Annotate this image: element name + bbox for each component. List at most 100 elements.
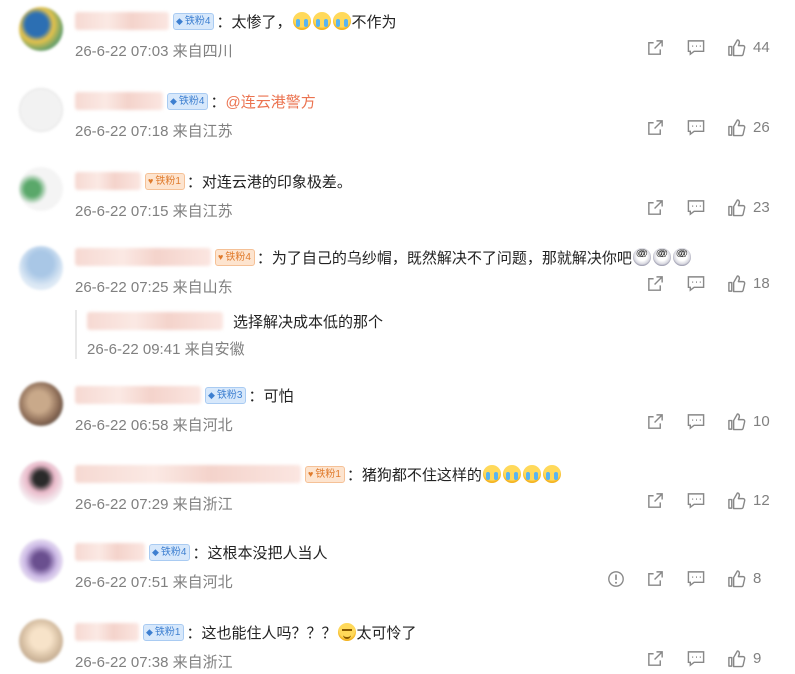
fan-badge[interactable]: ◆ 铁粉3 <box>205 386 247 404</box>
comment-icon <box>687 414 705 430</box>
username[interactable] <box>75 623 139 641</box>
cry-emoji-icon <box>292 12 311 30</box>
cry-emoji-icon <box>502 465 521 483</box>
like-button[interactable]: 18 <box>727 274 771 293</box>
comment-button[interactable] <box>686 38 706 57</box>
comment-text: ： <box>210 93 226 111</box>
fan-badge[interactable]: ◆ 铁粉4 <box>173 12 215 30</box>
timestamp: 26-6-22 07:29 <box>75 496 169 513</box>
fan-badge[interactable]: ♥ 铁粉1 <box>145 172 185 190</box>
fan-badge[interactable]: ♥ 铁粉4 <box>215 248 255 266</box>
comment-button[interactable] <box>686 198 706 217</box>
comment-text-after: 不作为 <box>351 13 397 31</box>
comment-text: ：可怕 <box>248 387 294 405</box>
comment-button[interactable] <box>686 569 706 588</box>
comment-button[interactable] <box>686 118 706 137</box>
share-button[interactable] <box>646 38 665 57</box>
like-button[interactable]: 44 <box>727 38 771 57</box>
like-button[interactable]: 23 <box>727 198 771 217</box>
like-button[interactable]: 12 <box>727 491 771 510</box>
comment-meta: 26-6-22 07:25 来自山东 <box>75 276 233 297</box>
timestamp: 26-6-22 07:25 <box>75 279 169 296</box>
report-icon <box>608 570 624 587</box>
reply-timestamp: 26-6-22 09:41 <box>87 341 181 358</box>
comment-button[interactable] <box>686 412 706 431</box>
share-button[interactable] <box>646 412 665 431</box>
action-bar: 12 <box>625 491 771 510</box>
share-button[interactable] <box>646 198 665 217</box>
username[interactable] <box>75 543 145 561</box>
share-button[interactable] <box>646 491 665 510</box>
comment-meta: 26-6-22 07:18 来自江苏 <box>75 120 233 141</box>
comment-icon <box>687 200 705 216</box>
avatar[interactable] <box>19 88 63 132</box>
fan-icon: ♥ <box>308 468 314 479</box>
comment-button[interactable] <box>686 491 706 510</box>
share-button[interactable] <box>646 569 665 588</box>
comment-meta: 26-6-22 07:38 来自浙江 <box>75 651 233 672</box>
fan-badge[interactable]: ♥ 铁粉1 <box>305 465 345 483</box>
avatar[interactable] <box>19 246 63 290</box>
action-bar: 44 <box>625 38 771 57</box>
dizzy-emoji-icon <box>672 248 691 266</box>
mention-link[interactable]: @连云港警方 <box>226 91 316 112</box>
cry-emoji-icon <box>312 12 331 30</box>
avatar[interactable] <box>19 7 63 51</box>
timestamp: 26-6-22 07:51 <box>75 574 169 591</box>
dizzy-emoji-icon <box>652 248 671 266</box>
comment-text: ：为了自己的乌纱帽，既然解决不了问题，那就解决你吧 <box>256 249 632 267</box>
comment-text: ：对连云港的印象极差。 <box>186 173 352 191</box>
timestamp: 26-6-22 07:18 <box>75 123 169 140</box>
cry-emoji-icon <box>482 465 501 483</box>
comment-button[interactable] <box>686 274 706 293</box>
like-icon <box>728 199 746 217</box>
avatar[interactable] <box>19 382 63 426</box>
username[interactable] <box>75 248 211 266</box>
avatar[interactable] <box>19 167 63 211</box>
comment-text: ：这根本没把人当人 <box>192 544 328 562</box>
report-button[interactable] <box>607 570 625 588</box>
smirk-emoji-icon <box>337 623 356 641</box>
like-button[interactable]: 26 <box>727 118 771 137</box>
comment-icon <box>687 40 705 56</box>
share-button[interactable] <box>646 649 665 668</box>
username[interactable] <box>75 12 169 30</box>
comment-text-after: 太可怜了 <box>356 624 417 642</box>
share-button[interactable] <box>646 118 665 137</box>
username[interactable] <box>75 92 163 110</box>
like-icon <box>728 570 746 588</box>
comment-icon <box>687 651 705 667</box>
fan-badge[interactable]: ◆ 铁粉1 <box>143 623 185 641</box>
avatar[interactable] <box>19 539 63 583</box>
like-icon <box>728 413 746 431</box>
action-bar: 10 <box>625 412 771 431</box>
action-bar: 8 <box>586 569 771 588</box>
like-button[interactable]: 9 <box>727 649 771 668</box>
timestamp: 26-6-22 07:03 <box>75 43 169 60</box>
share-icon <box>648 276 663 291</box>
location: 来自山东 <box>172 279 233 296</box>
comment-button[interactable] <box>686 649 706 668</box>
like-button[interactable]: 10 <box>727 412 771 431</box>
like-button[interactable]: 8 <box>727 569 771 588</box>
timestamp: 26-6-22 07:38 <box>75 654 169 671</box>
fan-badge[interactable]: ◆ 铁粉4 <box>167 92 209 110</box>
username[interactable] <box>75 386 201 404</box>
reply-username[interactable] <box>87 312 223 330</box>
fan-badge[interactable]: ◆ 铁粉4 <box>149 543 191 561</box>
avatar[interactable] <box>19 461 63 505</box>
avatar[interactable] <box>19 619 63 663</box>
reply-block: 选择解决成本低的那个 26-6-22 09:41 来自安徽 <box>75 310 383 359</box>
cry-emoji-icon <box>522 465 541 483</box>
username[interactable] <box>75 172 141 190</box>
username[interactable] <box>75 465 301 483</box>
diamond-icon: ◆ <box>208 389 215 400</box>
comment-meta: 26-6-22 07:29 来自浙江 <box>75 493 233 514</box>
action-bar: 9 <box>625 649 771 668</box>
comment-meta: 26-6-22 07:51 来自河北 <box>75 571 233 592</box>
like-count: 10 <box>753 413 770 430</box>
location: 来自河北 <box>172 417 233 434</box>
location: 来自浙江 <box>172 654 233 671</box>
share-button[interactable] <box>646 274 665 293</box>
like-icon <box>728 119 746 137</box>
